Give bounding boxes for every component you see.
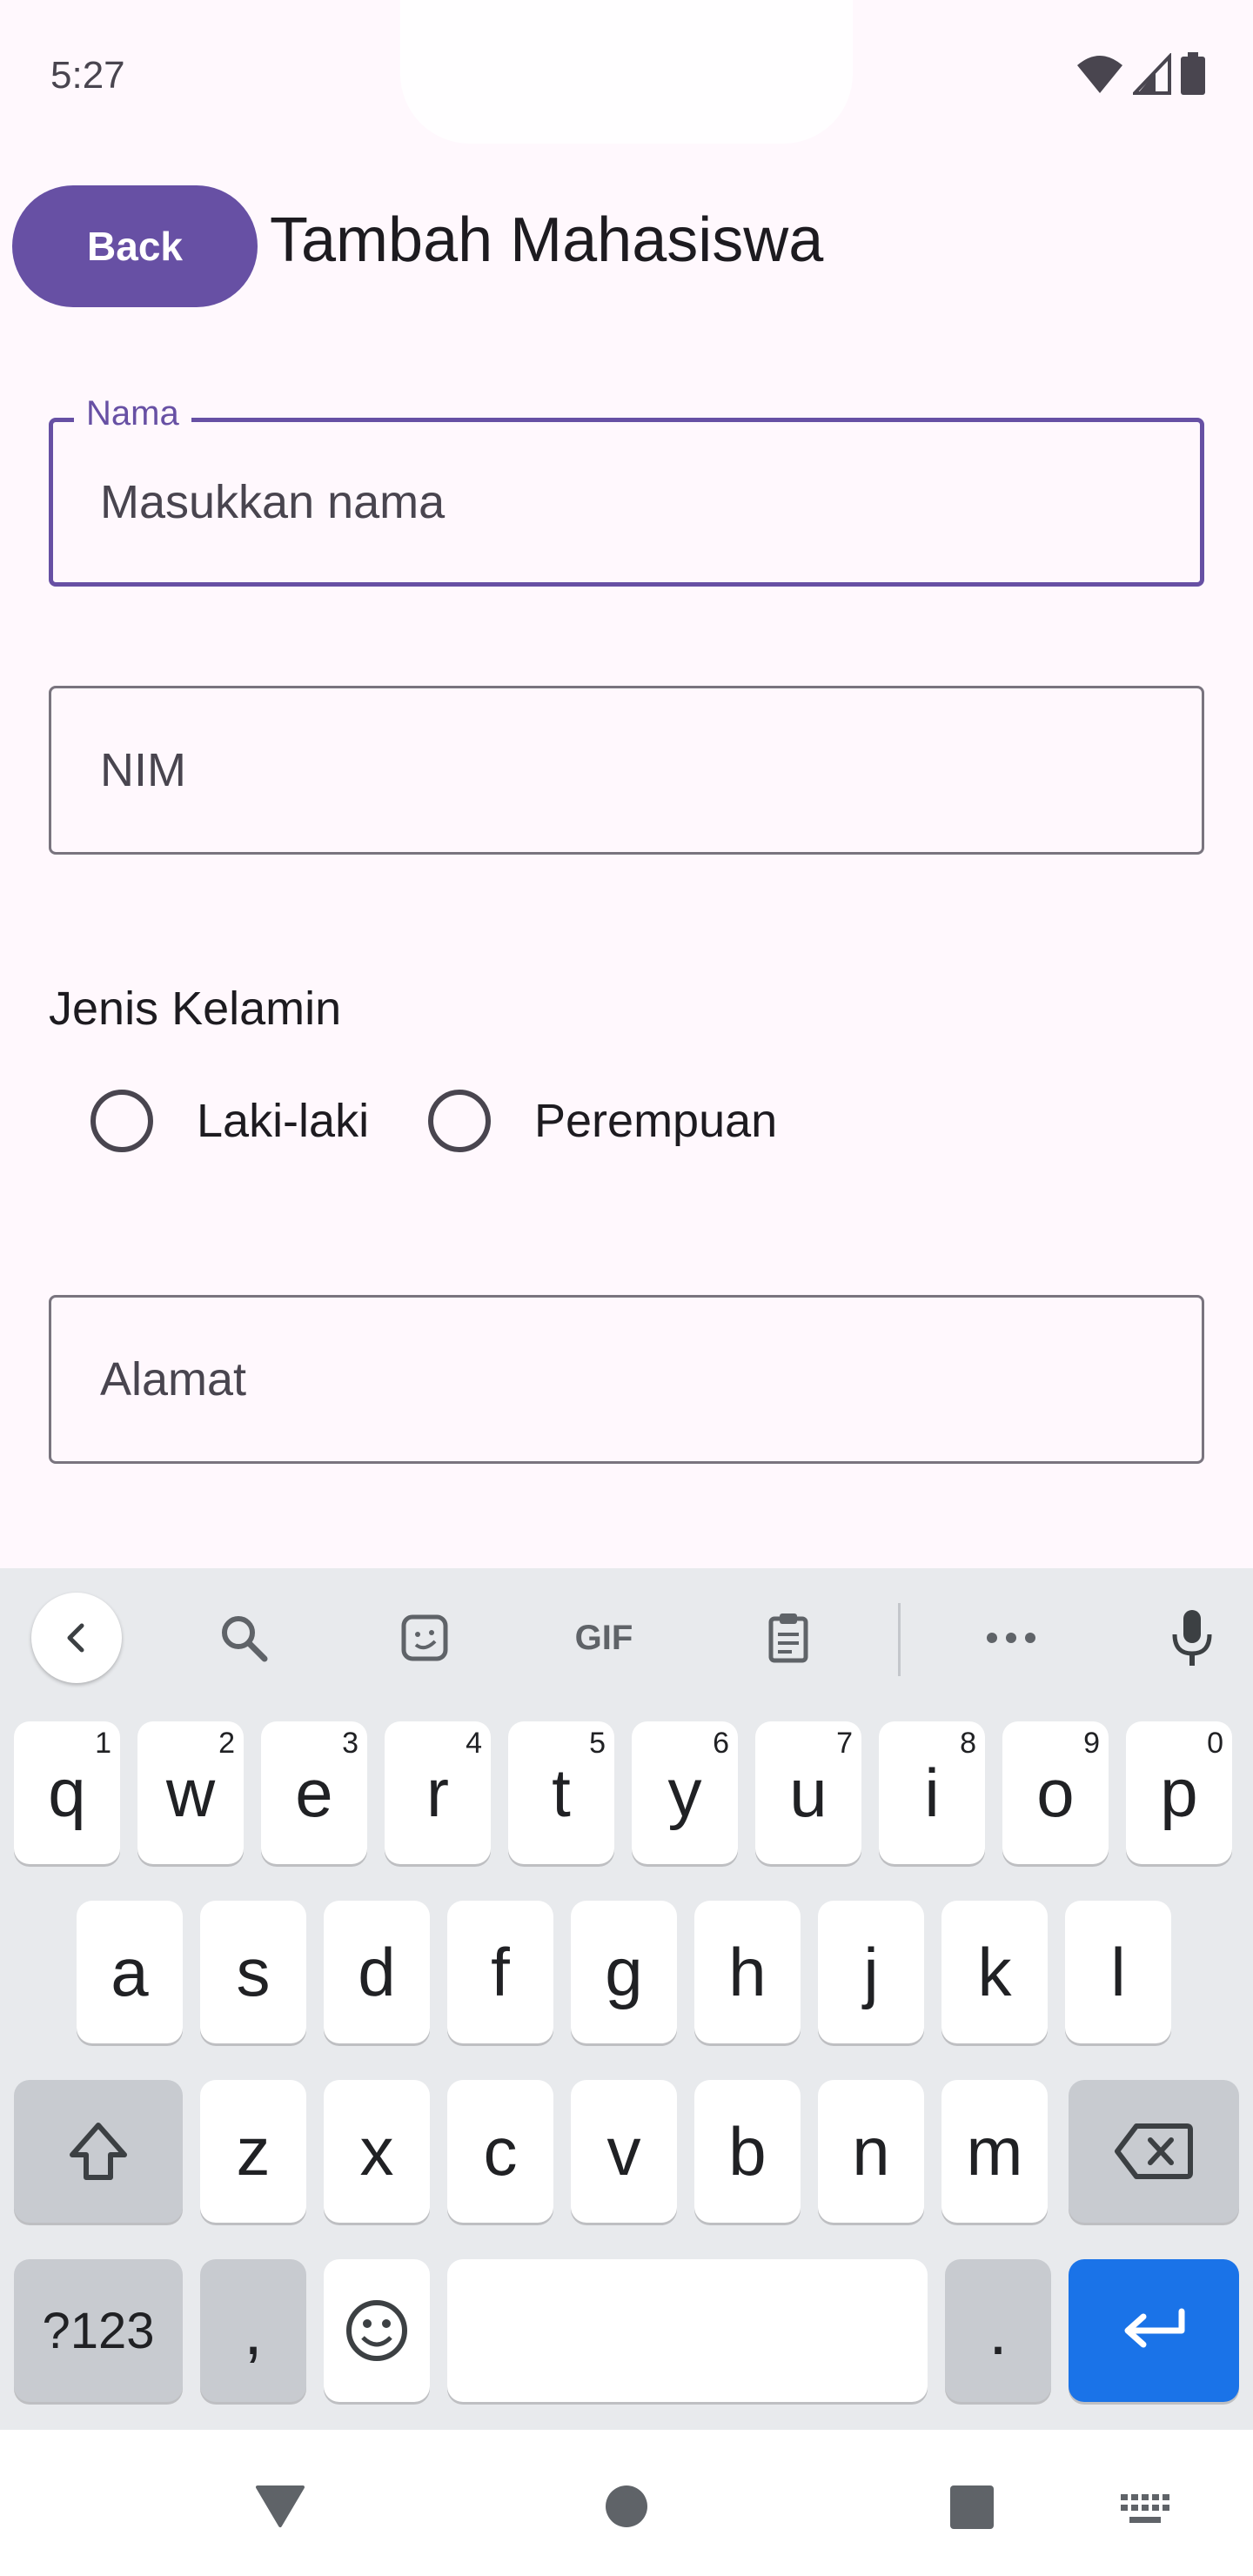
sticker-icon[interactable] [379,1593,470,1683]
key-e[interactable]: e3 [261,1721,367,1864]
key-l[interactable]: l [1065,1901,1171,2043]
keyboard-switch-icon[interactable] [1121,2494,1171,2526]
status-bar: 5:27 [0,0,1253,148]
recents-nav-icon[interactable] [948,2484,995,2531]
key-q[interactable]: q1 [14,1721,120,1864]
key-w[interactable]: w2 [137,1721,244,1864]
clipboard-icon[interactable] [743,1593,834,1683]
radio-label: Laki-laki [197,1095,370,1147]
toolbar-divider [898,1603,901,1676]
key-m[interactable]: m [941,2080,1048,2223]
emoji-icon [346,2300,407,2361]
comma-key[interactable]: , [200,2259,306,2402]
shift-icon [70,2123,127,2180]
key-g[interactable]: g [571,1901,677,2043]
key-o[interactable]: o9 [1002,1721,1109,1864]
wifi-icon [1077,56,1122,93]
key-c[interactable]: c [447,2080,553,2223]
key-t[interactable]: t5 [508,1721,614,1864]
nim-field-placeholder: NIM [100,744,186,796]
mic-icon[interactable] [1147,1593,1237,1683]
key-s[interactable]: s [200,1901,306,2043]
alamat-field-placeholder: Alamat [100,1353,247,1405]
camera-cutout [400,0,853,144]
collapse-icon[interactable] [31,1593,122,1683]
emoji-key[interactable] [324,2259,430,2402]
key-v[interactable]: v [571,2080,677,2223]
nama-field[interactable]: Nama Masukkan nama [49,394,1204,587]
key-x[interactable]: x [324,2080,430,2223]
radio-laki-laki[interactable]: Laki-laki [90,1090,369,1152]
key-j[interactable]: j [818,1901,924,2043]
soft-keyboard: GIF q1 w2 e3 r4 t5 y6 u7 i8 o9 p0 a s d … [0,1568,1253,2430]
back-button[interactable]: Back [12,185,258,307]
back-nav-icon[interactable] [254,2484,306,2529]
status-time: 5:27 [50,54,125,97]
key-p[interactable]: p0 [1126,1721,1232,1864]
enter-key[interactable] [1069,2259,1239,2402]
key-z[interactable]: z [200,2080,306,2223]
key-b[interactable]: b [694,2080,801,2223]
nama-field-placeholder: Masukkan nama [100,476,446,528]
enter-icon [1124,2308,1185,2348]
signal-icon [1133,53,1171,95]
gif-button[interactable]: GIF [559,1593,649,1683]
key-d[interactable]: d [324,1901,430,2043]
radio-button-icon[interactable] [428,1090,491,1152]
key-f[interactable]: f [447,1901,553,2043]
key-a[interactable]: a [77,1901,183,2043]
key-y[interactable]: y6 [632,1721,738,1864]
symbols-key[interactable]: ?123 [14,2259,183,2402]
key-k[interactable]: k [941,1901,1048,2043]
shift-key[interactable] [14,2080,183,2223]
radio-perempuan[interactable]: Perempuan [428,1090,777,1152]
period-key[interactable]: . [945,2259,1051,2402]
backspace-key[interactable] [1069,2080,1239,2223]
keyboard-toolbar: GIF [0,1568,1253,1707]
search-icon[interactable] [198,1593,289,1683]
more-icon[interactable] [966,1593,1056,1683]
page-title: Tambah Mahasiswa [270,205,824,275]
key-u[interactable]: u7 [755,1721,861,1864]
key-i[interactable]: i8 [879,1721,985,1864]
alamat-field[interactable]: Alamat [49,1295,1204,1464]
key-r[interactable]: r4 [385,1721,491,1864]
jenis-kelamin-label: Jenis Kelamin [49,983,342,1035]
navigation-bar [0,2430,1253,2576]
key-n[interactable]: n [818,2080,924,2223]
space-key[interactable] [447,2259,928,2402]
nim-field[interactable]: NIM [49,686,1204,855]
status-icons [1075,52,1206,96]
backspace-icon [1115,2123,1193,2179]
radio-button-icon[interactable] [90,1090,153,1152]
key-h[interactable]: h [694,1901,801,2043]
battery-icon [1181,52,1205,95]
radio-label: Perempuan [534,1095,778,1147]
home-nav-icon[interactable] [604,2484,649,2529]
